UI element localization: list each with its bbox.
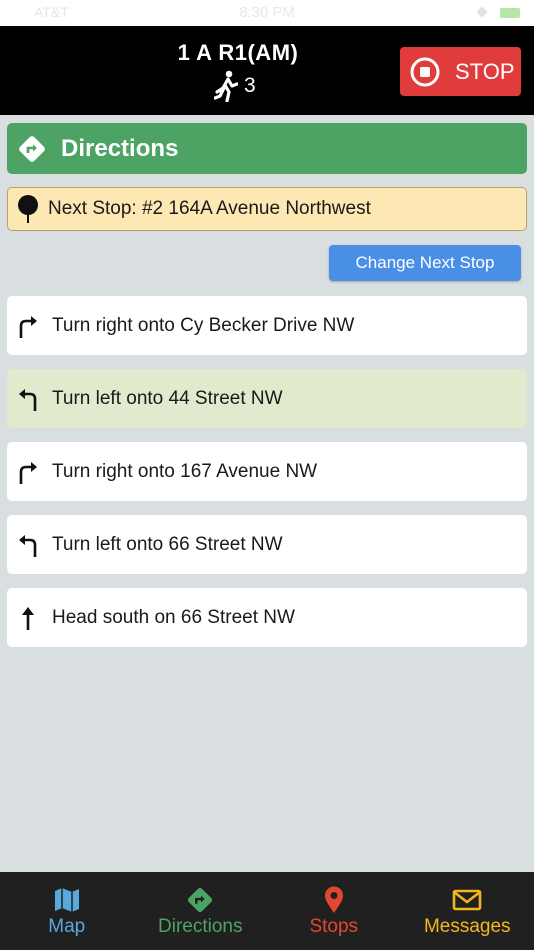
straight-arrow-icon xyxy=(15,605,41,631)
top-bar: 1 A R1(AM) 3 STOP xyxy=(0,26,534,115)
next-stop-text: Next Stop: #2 164A Avenue Northwest xyxy=(48,198,371,219)
directions-header: Directions xyxy=(7,123,527,174)
tab-stops[interactable]: Stops xyxy=(267,872,401,950)
tab-messages-label: Messages xyxy=(423,916,511,937)
passenger-walking-icon xyxy=(214,70,238,102)
map-pin-icon xyxy=(17,194,39,224)
envelope-icon xyxy=(452,886,482,914)
map-icon xyxy=(53,886,81,914)
directions-title: Directions xyxy=(61,134,179,162)
direction-step-active[interactable]: Turn left onto 44 Street NW xyxy=(7,369,527,428)
direction-step[interactable]: Head south on 66 Street NW xyxy=(7,588,527,647)
location-pin-icon xyxy=(324,886,344,914)
tab-messages[interactable]: Messages xyxy=(401,872,534,950)
status-time: 8:30 PM xyxy=(239,4,295,21)
stop-button[interactable]: STOP xyxy=(400,47,521,96)
stop-button-label: STOP xyxy=(455,58,515,84)
direction-step[interactable]: Turn right onto Cy Becker Drive NW xyxy=(7,296,527,355)
passenger-count: 3 xyxy=(244,74,256,97)
direction-step-text: Turn left onto 66 Street NW xyxy=(52,533,283,555)
status-bar: AT&T 8:30 PM xyxy=(0,0,534,26)
next-stop-banner: Next Stop: #2 164A Avenue Northwest xyxy=(7,187,527,231)
tab-map-label: Map xyxy=(48,916,86,937)
direction-step-text: Turn right onto 167 Avenue NW xyxy=(52,460,318,482)
tab-map[interactable]: Map xyxy=(0,872,134,950)
directions-icon xyxy=(186,886,214,914)
tab-directions[interactable]: Directions xyxy=(134,872,268,950)
battery-icon xyxy=(500,8,520,18)
directions-list: Turn right onto Cy Becker Drive NW Turn … xyxy=(7,296,527,661)
turn-left-icon xyxy=(15,386,41,412)
direction-step-text: Turn right onto Cy Becker Drive NW xyxy=(52,314,355,336)
directions-sign-icon xyxy=(17,134,47,164)
direction-step-text: Turn left onto 44 Street NW xyxy=(52,387,283,409)
direction-step[interactable]: Turn right onto 167 Avenue NW xyxy=(7,442,527,501)
direction-step-text: Head south on 66 Street NW xyxy=(52,606,295,628)
direction-step[interactable]: Turn left onto 66 Street NW xyxy=(7,515,527,574)
tab-directions-label: Directions xyxy=(158,916,243,937)
stop-circle-icon xyxy=(409,56,441,88)
tab-stops-label: Stops xyxy=(309,916,359,937)
bottom-tab-bar: Map Directions Stops Messages xyxy=(0,872,534,950)
change-next-stop-button[interactable]: Change Next Stop xyxy=(329,245,521,281)
turn-left-icon xyxy=(15,532,41,558)
turn-right-icon xyxy=(15,313,41,339)
turn-right-icon xyxy=(15,459,41,485)
passenger-counter: 3 xyxy=(214,70,256,102)
